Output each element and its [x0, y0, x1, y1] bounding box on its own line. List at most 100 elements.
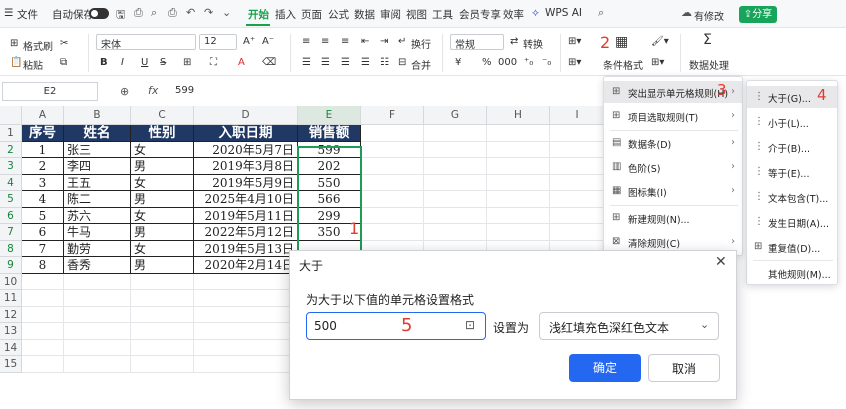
table-cell[interactable]: 2025年4月10日: [194, 191, 298, 208]
grid-cell[interactable]: [194, 323, 298, 340]
format-select[interactable]: 浅红填充色深红色文本 ⌄: [539, 312, 719, 340]
autosave-toggle[interactable]: [89, 8, 109, 19]
zoom-icon[interactable]: ⊕: [120, 85, 129, 98]
grid-cell[interactable]: [131, 339, 194, 356]
conditional-format-button[interactable]: 条件格式: [603, 57, 643, 72]
grid-cell[interactable]: [424, 191, 487, 208]
row-header-9[interactable]: 9: [0, 257, 22, 274]
grid-cell[interactable]: [194, 290, 298, 307]
grid-cell[interactable]: [424, 158, 487, 175]
table-header-cell[interactable]: 姓名: [64, 125, 131, 142]
grid-cell[interactable]: [424, 224, 487, 241]
table-cell[interactable]: 2019年3月8日: [194, 158, 298, 175]
grid-cell[interactable]: [361, 158, 424, 175]
table-style-icon[interactable]: ⊞▾: [651, 57, 664, 68]
row-header-6[interactable]: 6: [0, 207, 22, 224]
row-col-icon[interactable]: ⊞▾: [568, 36, 581, 47]
grid-cell[interactable]: [424, 141, 487, 158]
grid-cell[interactable]: [194, 339, 298, 356]
indent-icon[interactable]: ⇤: [361, 36, 369, 47]
table-cell[interactable]: 女: [131, 207, 194, 224]
grid-cell[interactable]: [487, 125, 550, 142]
row-header-2[interactable]: 2: [0, 141, 22, 158]
grid-cell[interactable]: [64, 273, 131, 290]
table-cell[interactable]: 6: [22, 224, 64, 241]
tab-home[interactable]: 开始: [248, 7, 269, 22]
fill-color-icon[interactable]: ⛶: [210, 57, 217, 68]
grid-cell[interactable]: [64, 290, 131, 307]
grid-cell[interactable]: [22, 273, 64, 290]
table-cell[interactable]: 1: [22, 141, 64, 158]
grid-cell[interactable]: [361, 224, 424, 241]
table-cell[interactable]: 香秀: [64, 257, 131, 274]
table-cell[interactable]: 男: [131, 224, 194, 241]
distribute-icon[interactable]: ☷: [380, 57, 389, 68]
table-cell[interactable]: 202: [298, 158, 361, 175]
print-icon[interactable]: ⎙: [168, 6, 177, 20]
submenu-item-date-occurring[interactable]: ⋮ 发生日期(A)...: [747, 211, 837, 233]
row-header-8[interactable]: 8: [0, 240, 22, 257]
menu-item-color-scale[interactable]: ▥ 色阶(S) ›: [604, 156, 742, 178]
ok-button[interactable]: 确定: [569, 354, 641, 382]
grid-cell[interactable]: [550, 224, 605, 241]
column-header-e[interactable]: E: [298, 106, 361, 125]
table-cell[interactable]: 2022年5月12日: [194, 224, 298, 241]
row-header-7[interactable]: 7: [0, 224, 22, 241]
font-color-icon[interactable]: A: [238, 57, 245, 68]
grid-cell[interactable]: [194, 273, 298, 290]
grid-cell[interactable]: [131, 356, 194, 373]
tab-page[interactable]: 页面: [301, 7, 322, 22]
grid-cell[interactable]: [131, 273, 194, 290]
grid-cell[interactable]: [64, 339, 131, 356]
modified-status[interactable]: 有修改: [694, 8, 724, 23]
hamburger-icon[interactable]: ☰: [4, 7, 13, 19]
grid-cell[interactable]: [550, 141, 605, 158]
fill-icon[interactable]: ⊞▾: [568, 57, 581, 68]
format-painter-icon[interactable]: ⊞: [10, 38, 18, 49]
submenu-item-text-contains[interactable]: ⋮ 文本包含(T)...: [747, 186, 837, 208]
table-cell[interactable]: 女: [131, 141, 194, 158]
grid-cell[interactable]: [487, 174, 550, 191]
menu-item-new-rule[interactable]: ⊞ 新建规则(N)...: [604, 207, 742, 229]
grid-cell[interactable]: [487, 207, 550, 224]
format-painter-button[interactable]: 格式刷: [23, 38, 53, 53]
formula-input[interactable]: 599: [175, 85, 194, 96]
align-right-icon[interactable]: ☰: [341, 57, 350, 68]
tab-view[interactable]: 视图: [406, 7, 427, 22]
table-cell[interactable]: 2020年2月14日: [194, 257, 298, 274]
menu-item-data-bars[interactable]: ▤ 数据条(D) ›: [604, 132, 742, 154]
submenu-item-more-rules[interactable]: 其他规则(M)...: [747, 262, 837, 284]
convert-button[interactable]: 转换: [523, 36, 543, 51]
grid-cell[interactable]: [550, 207, 605, 224]
table-cell[interactable]: 8: [22, 257, 64, 274]
row-header-1[interactable]: 1: [0, 125, 22, 142]
tab-review[interactable]: 审阅: [380, 7, 401, 22]
align-top-icon[interactable]: ≡: [302, 36, 310, 47]
table-cell[interactable]: 王五: [64, 174, 131, 191]
table-cell[interactable]: 牛马: [64, 224, 131, 241]
grid-cell[interactable]: [22, 356, 64, 373]
tab-efficiency[interactable]: 效率: [503, 7, 524, 22]
sum-icon[interactable]: Σ: [703, 32, 712, 48]
grid-cell[interactable]: [487, 191, 550, 208]
increase-decimal-icon[interactable]: ⁺₀: [524, 57, 533, 68]
merge-icon[interactable]: ⊟: [398, 57, 406, 68]
tab-data[interactable]: 数据: [354, 7, 375, 22]
grid-cell[interactable]: [22, 323, 64, 340]
submenu-item-duplicate-values[interactable]: ⊞ 重复值(D)...: [747, 236, 837, 258]
column-header-b[interactable]: B: [64, 106, 131, 125]
search-icon[interactable]: ⌕: [598, 6, 604, 20]
grid-cell[interactable]: [424, 207, 487, 224]
column-header-d[interactable]: D: [194, 106, 298, 125]
table-cell[interactable]: 2: [22, 158, 64, 175]
grid-cell[interactable]: [361, 207, 424, 224]
cancel-button[interactable]: 取消: [648, 354, 720, 382]
value-input[interactable]: 500 5 ⊡: [306, 312, 486, 340]
table-cell[interactable]: 550: [298, 174, 361, 191]
redo-icon[interactable]: ↷: [204, 6, 213, 19]
table-header-cell[interactable]: 性别: [131, 125, 194, 142]
grid-cell[interactable]: [550, 191, 605, 208]
table-cell[interactable]: 2020年5月7日: [194, 141, 298, 158]
row-header-3[interactable]: 3: [0, 158, 22, 175]
row-header-10[interactable]: 10: [0, 273, 22, 290]
